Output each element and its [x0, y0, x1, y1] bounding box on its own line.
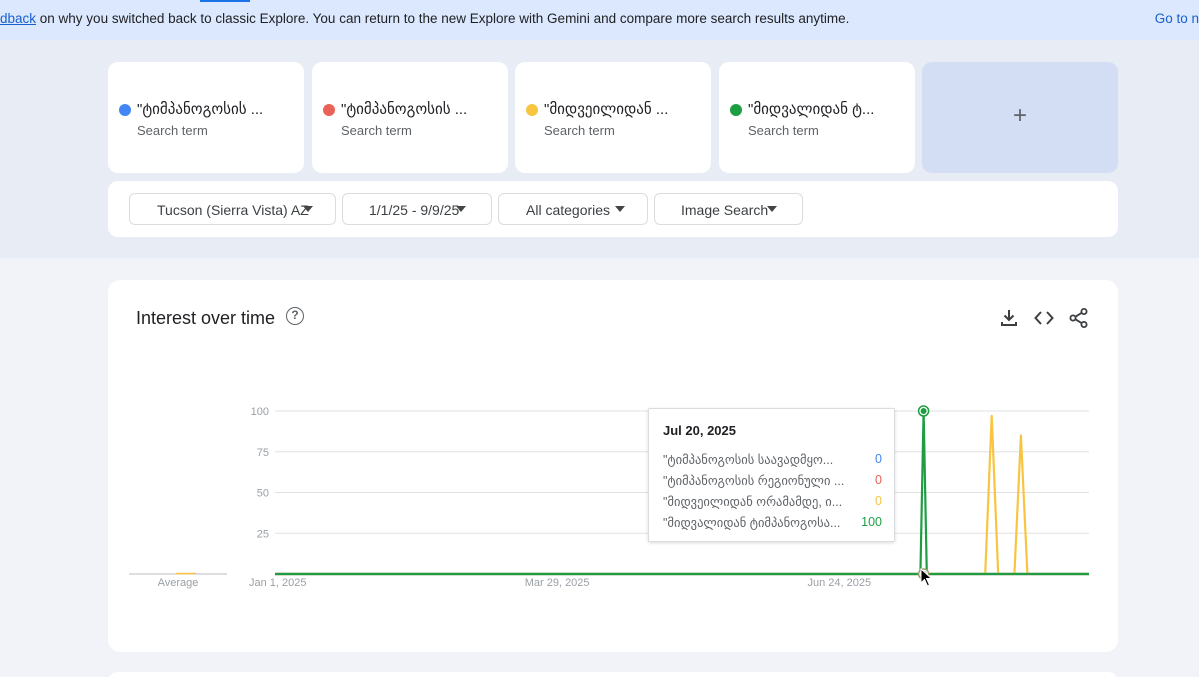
tooltip-date: Jul 20, 2025: [663, 423, 736, 438]
tooltip-term-name: "მიდვალიდან ტიმპანოგოსა...: [663, 516, 841, 530]
mouse-pointer-icon: [920, 568, 933, 587]
interest-chart: 25 50 75 100 Jan 1, 2025 Mar 29, 2025 Jun 24, …: [129, 405, 1089, 589]
x-tick-label: Jan 1, 2025: [249, 577, 307, 589]
y-tick-label: 100: [251, 406, 269, 418]
tooltip-term-name: "ტიმპანოგოსის რეგიონული ...: [663, 474, 845, 488]
chart-tooltip: Jul 20, 2025 "ტიმპანოგოსის საავადმყო... …: [648, 408, 895, 542]
y-tick-label: 75: [257, 447, 269, 459]
tooltip-term-value: 0: [875, 452, 882, 466]
tooltip-row: "ტიმპანოგოსის რეგიონული ... 0: [663, 473, 882, 489]
tooltip-term-value: 0: [875, 473, 882, 487]
x-tick-label: Mar 29, 2025: [525, 577, 590, 589]
tooltip-row: "ტიმპანოგოსის საავადმყო... 0: [663, 452, 882, 468]
tooltip-row: "მიდვალიდან ტიმპანოგოსა... 100: [663, 515, 882, 531]
y-tick-label: 25: [257, 528, 269, 540]
y-tick-label: 50: [257, 488, 269, 500]
tooltip-term-value: 0: [875, 494, 882, 508]
tooltip-row: "მიდვეილიდან ორამამდე, ი... 0: [663, 494, 882, 510]
hover-marker: [920, 408, 927, 414]
tooltip-term-value: 100: [861, 515, 882, 529]
average-label: Average: [158, 577, 199, 589]
tooltip-term-name: "ტიმპანოგოსის საავადმყო...: [663, 453, 834, 467]
x-tick-label: Jun 24, 2025: [807, 577, 871, 589]
tooltip-term-name: "მიდვეილიდან ორამამდე, ი...: [663, 495, 843, 509]
